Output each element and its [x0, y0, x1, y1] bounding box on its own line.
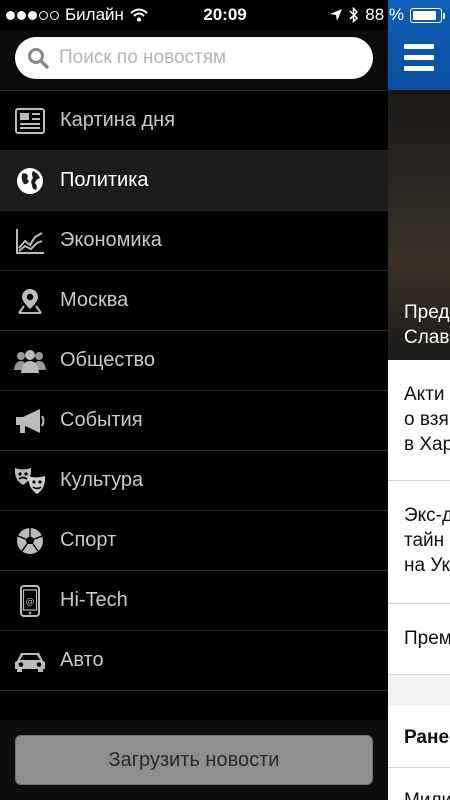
megaphone-icon	[14, 405, 46, 437]
status-right: 88 %	[329, 5, 445, 25]
menu-item-label: Авто	[60, 649, 104, 671]
bluetooth-icon	[349, 7, 359, 23]
menu-item-hi-tech[interactable]: @ Hi-Tech	[0, 571, 388, 631]
menu-item-label: Москва	[60, 289, 129, 311]
article-title: Прем	[404, 628, 450, 649]
menu-item-sobytiya[interactable]: События	[0, 391, 388, 451]
map-pin-icon	[14, 285, 46, 317]
theater-masks-icon	[14, 465, 46, 497]
sidebar-menu: Картина дня Политика Экономика Москва Об…	[0, 0, 388, 800]
search-box[interactable]	[15, 37, 373, 79]
globe-icon	[14, 165, 46, 197]
menu-item-label: События	[60, 409, 143, 431]
article-item[interactable]: Акти о взя в Хар	[388, 360, 450, 481]
search-input[interactable]	[57, 46, 351, 70]
hero-title[interactable]: Пред Слав	[404, 300, 450, 350]
menu-item-label: Общество	[60, 349, 156, 371]
menu-item-kultura[interactable]: Культура	[0, 451, 388, 511]
newspaper-icon	[14, 105, 46, 137]
section-header: Ранее	[388, 705, 450, 768]
menu-item-label: Экономика	[60, 229, 162, 251]
menu-item-label: Политика	[60, 169, 149, 191]
status-bar: Билайн 20:09 88 %	[0, 0, 450, 30]
menu-item-label: Hi-Tech	[60, 589, 128, 611]
menu-item-avto[interactable]: Авто	[0, 631, 388, 691]
chart-line-icon	[14, 225, 46, 257]
battery-percent: 88 %	[365, 5, 404, 24]
menu-item-label: Культура	[60, 469, 144, 491]
menu-item-kartina-dnya[interactable]: Картина дня	[0, 91, 388, 151]
article-item[interactable]: Мили	[388, 768, 450, 800]
load-news-button[interactable]: Загрузить новости	[15, 735, 373, 785]
menu-item-obshchestvo[interactable]: Общество	[0, 331, 388, 391]
article-item[interactable]: Прем	[388, 604, 450, 675]
category-list: Картина дня Политика Экономика Москва Об…	[0, 91, 388, 691]
article-title: Экс-д тайн на Ук	[404, 505, 450, 576]
menu-item-ekonomika[interactable]: Экономика	[0, 211, 388, 271]
menu-item-sport[interactable]: Спорт	[0, 511, 388, 571]
search-bar	[0, 30, 388, 91]
menu-item-label: Картина дня	[60, 109, 176, 131]
section-label: Ранее	[404, 727, 450, 748]
menu-item-label: Спорт	[60, 529, 117, 551]
phone-icon: @	[14, 584, 46, 617]
people-icon	[14, 345, 46, 377]
article-title: Акти о взя в Хар	[404, 384, 450, 455]
article-item[interactable]: Экс-д тайн на Ук	[388, 481, 450, 604]
hamburger-menu-icon[interactable]	[404, 44, 434, 72]
news-content-panel[interactable]: Пред Слав Акти о взя в Хар Экс-д тайн на…	[388, 0, 450, 800]
search-icon	[28, 48, 49, 69]
soccer-ball-icon	[14, 525, 46, 557]
car-icon	[14, 645, 46, 677]
article-title: Мили	[404, 788, 450, 800]
svg-text:@: @	[26, 597, 35, 607]
battery-icon	[410, 7, 445, 23]
section-gap	[388, 675, 450, 705]
location-arrow-icon	[330, 9, 343, 21]
menu-item-politika[interactable]: Политика	[0, 151, 388, 211]
menu-item-moskva[interactable]: Москва	[0, 271, 388, 331]
bottom-bar: Загрузить новости	[0, 720, 388, 800]
